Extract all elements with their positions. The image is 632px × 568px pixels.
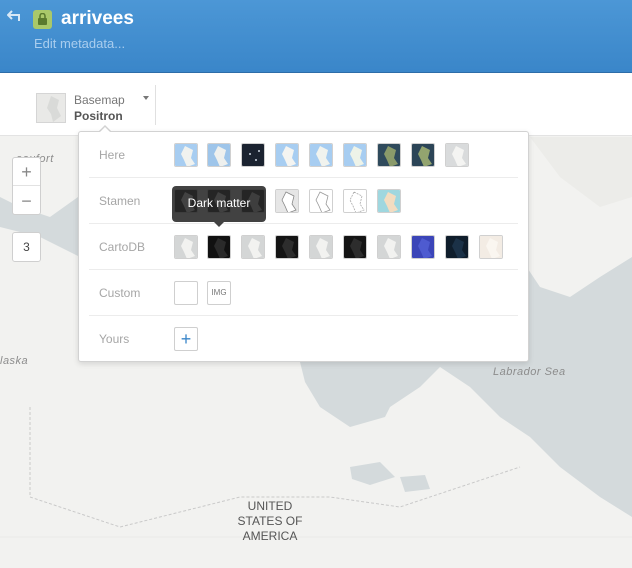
basemap-row-yours: Yours + xyxy=(79,316,528,362)
edit-metadata-link[interactable]: Edit metadata... xyxy=(34,36,125,51)
basemap-option-here-2[interactable] xyxy=(207,143,231,167)
row-label-here: Here xyxy=(99,148,126,162)
row-label-stamen: Stamen xyxy=(99,194,141,208)
panel-arrow-inner xyxy=(99,127,111,133)
basemap-dropdown-panel: Here Stamen CartoDB Custom IMG Yours + xyxy=(78,131,529,362)
basemap-row-cartodb: CartoDB xyxy=(79,224,528,270)
basemap-row-here: Here xyxy=(79,132,528,178)
row-label-cartodb: CartoDB xyxy=(99,240,146,254)
basemap-option-here-5[interactable] xyxy=(309,143,333,167)
basemap-option-stamen-4[interactable] xyxy=(275,189,299,213)
basemap-option-positron[interactable] xyxy=(174,235,198,259)
back-arrow-icon[interactable] xyxy=(6,9,25,27)
basemap-row-stamen: Stamen xyxy=(79,178,528,224)
basemap-label: Basemap xyxy=(74,93,125,107)
map-label-labrador-sea: Labrador Sea xyxy=(493,366,566,378)
toolbar-divider xyxy=(155,85,156,125)
basemap-option-here-9[interactable] xyxy=(445,143,469,167)
image-basemap-button[interactable]: IMG xyxy=(207,281,231,305)
basemap-option-stamen-5[interactable] xyxy=(309,189,333,213)
map-title[interactable]: arrivees xyxy=(61,8,134,30)
basemap-option-cartodb-7[interactable] xyxy=(377,235,401,259)
basemap-option-stamen-6[interactable] xyxy=(343,189,367,213)
lock-icon[interactable] xyxy=(33,10,52,29)
toolbar: Basemap Positron xyxy=(0,72,632,136)
basemap-option-here-8[interactable] xyxy=(411,143,435,167)
basemap-option-cartodb-9[interactable] xyxy=(445,235,469,259)
basemap-option-cartodb-8[interactable] xyxy=(411,235,435,259)
basemap-option-cartodb-4[interactable] xyxy=(275,235,299,259)
zoom-in-button[interactable]: + xyxy=(13,158,40,186)
basemap-option-here-4[interactable] xyxy=(275,143,299,167)
basemap-option-cartodb-3[interactable] xyxy=(241,235,265,259)
map-label-alaska: laska xyxy=(0,355,29,367)
add-basemap-button[interactable]: + xyxy=(174,327,198,351)
custom-basemap-button[interactable] xyxy=(174,281,198,305)
map-label-united-states: UNITED STATES OF AMERICA xyxy=(229,499,311,544)
basemap-option-stamen-7[interactable] xyxy=(377,189,401,213)
basemap-option-cartodb-5[interactable] xyxy=(309,235,333,259)
row-label-custom: Custom xyxy=(99,286,141,300)
basemap-option-here-3[interactable] xyxy=(241,143,265,167)
zoom-out-button[interactable]: − xyxy=(13,187,40,215)
header-bar: arrivees Edit metadata... xyxy=(0,0,632,72)
basemap-current-value: Positron xyxy=(74,109,123,123)
row-label-yours: Yours xyxy=(99,332,130,346)
basemap-option-cartodb-6[interactable] xyxy=(343,235,367,259)
country-label-line3: AMERICA xyxy=(242,529,298,543)
zoom-level-indicator: 3 xyxy=(12,232,41,262)
basemap-row-custom: Custom IMG xyxy=(79,270,528,316)
basemap-option-here-6[interactable] xyxy=(343,143,367,167)
basemap-option-here-7[interactable] xyxy=(377,143,401,167)
zoom-control: + − xyxy=(12,157,41,215)
basemap-option-dark-matter[interactable] xyxy=(207,235,231,259)
basemap-option-cartodb-10[interactable] xyxy=(479,235,503,259)
basemap-option-here-1[interactable] xyxy=(174,143,198,167)
tooltip: Dark matter xyxy=(172,186,266,222)
chevron-down-icon xyxy=(143,96,149,100)
country-label-line1: UNITED xyxy=(247,499,293,513)
tooltip-arrow xyxy=(214,222,224,227)
basemap-thumbnail xyxy=(36,93,66,123)
basemap-selector-button[interactable]: Basemap Positron xyxy=(36,91,156,125)
country-label-line2: STATES OF xyxy=(237,514,303,528)
